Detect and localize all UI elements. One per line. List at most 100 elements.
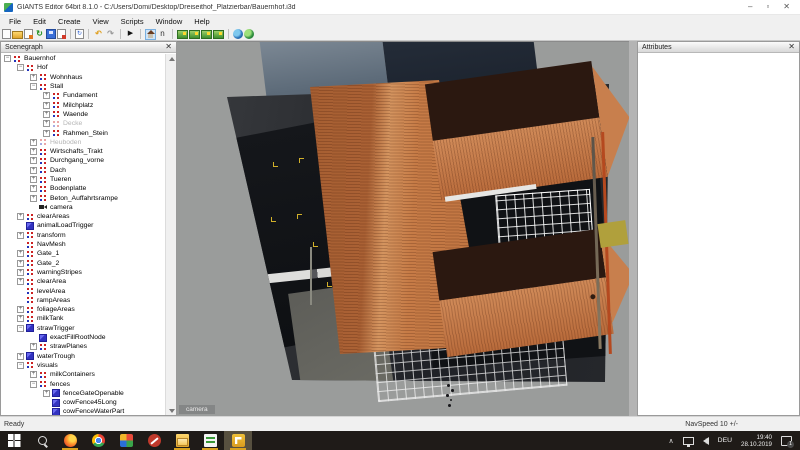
menu-item-window[interactable]: Window xyxy=(150,17,189,26)
tree-node-Tueren[interactable]: +Tueren xyxy=(1,175,166,184)
tree-node-NavMesh[interactable]: NavMesh xyxy=(1,240,166,249)
tree-node-exactFillRootNode[interactable]: exactFillRootNode xyxy=(1,333,166,342)
expander-minus-icon[interactable]: − xyxy=(17,64,24,71)
notification-center-icon[interactable]: 1 xyxy=(781,436,792,446)
expander-minus-icon[interactable]: − xyxy=(17,362,24,369)
tree-node-cowFenceWaterPart[interactable]: cowFenceWaterPart xyxy=(1,407,166,415)
menu-item-edit[interactable]: Edit xyxy=(27,17,52,26)
tree-node-milkTank[interactable]: +milkTank xyxy=(1,314,166,323)
taskbar-giants-editor-button[interactable] xyxy=(224,431,252,450)
expander-plus-icon[interactable]: + xyxy=(17,250,24,257)
expander-plus-icon[interactable]: + xyxy=(43,111,50,118)
tree-node-Waende[interactable]: +Waende xyxy=(1,110,166,119)
tree-node-rampAreas[interactable]: rampAreas xyxy=(1,296,166,305)
new-file-icon[interactable] xyxy=(2,29,11,39)
menu-item-file[interactable]: File xyxy=(3,17,27,26)
tree-node-Beton_Auffahrtsrampe[interactable]: +Beton_Auffahrtsrampe xyxy=(1,193,166,202)
menu-item-view[interactable]: View xyxy=(87,17,115,26)
expander-plus-icon[interactable]: + xyxy=(17,306,24,313)
tree-node-camera[interactable]: camera xyxy=(1,203,166,212)
tree-node-animalLoadTrigger[interactable]: animalLoadTrigger xyxy=(1,221,166,230)
tree-node-Decke[interactable]: +Decke xyxy=(1,119,166,128)
scroll-up-icon[interactable] xyxy=(166,54,177,63)
taskbar-search-button[interactable] xyxy=(28,431,56,450)
import-icon[interactable] xyxy=(24,29,33,39)
tree-node-Milchplatz[interactable]: +Milchplatz xyxy=(1,100,166,109)
tree-node-strawPlanes[interactable]: +strawPlanes xyxy=(1,342,166,351)
expander-plus-icon[interactable]: + xyxy=(17,353,24,360)
expander-plus-icon[interactable]: + xyxy=(43,390,50,397)
expander-plus-icon[interactable]: + xyxy=(30,176,37,183)
expander-plus-icon[interactable]: + xyxy=(30,74,37,81)
undo-icon[interactable]: ↶ xyxy=(93,29,104,40)
tree-node-Wirtschafts_Trakt[interactable]: +Wirtschafts_Trakt xyxy=(1,147,166,156)
taskbar-photos-button[interactable] xyxy=(112,431,140,450)
menu-item-help[interactable]: Help xyxy=(188,17,215,26)
save-icon[interactable] xyxy=(46,29,56,39)
tray-clock[interactable]: 19:40 28.10.2019 xyxy=(741,434,772,448)
refresh-icon[interactable]: ↻ xyxy=(34,29,45,40)
tree-node-Rahmen_Stein[interactable]: +Rahmen_Stein xyxy=(1,128,166,137)
tree-node-transform[interactable]: +transform xyxy=(1,231,166,240)
tree-node-Wohnhaus[interactable]: +Wohnhaus xyxy=(1,73,166,82)
terrain-smooth-icon[interactable] xyxy=(201,30,212,39)
open-file-icon[interactable] xyxy=(12,31,23,39)
expander-plus-icon[interactable]: + xyxy=(30,148,37,155)
expander-plus-icon[interactable]: + xyxy=(30,343,37,350)
minimize-button[interactable]: – xyxy=(748,3,752,11)
tree-node-warningStripes[interactable]: +warningStripes xyxy=(1,268,166,277)
expander-plus-icon[interactable]: + xyxy=(17,315,24,322)
tree-node-visuals[interactable]: −visuals xyxy=(1,361,166,370)
menu-item-scripts[interactable]: Scripts xyxy=(115,17,150,26)
expander-plus-icon[interactable]: + xyxy=(43,130,50,137)
tree-node-Fundament[interactable]: +Fundament xyxy=(1,91,166,100)
expander-plus-icon[interactable]: + xyxy=(17,269,24,276)
expander-minus-icon[interactable]: − xyxy=(30,381,37,388)
tree-node-Gate_1[interactable]: +Gate_1 xyxy=(1,249,166,258)
tree-node-fences[interactable]: −fences xyxy=(1,379,166,388)
close-button[interactable]: ✕ xyxy=(783,3,790,11)
tree-node-fenceGateOpenable[interactable]: +fenceGateOpenable xyxy=(1,389,166,398)
viewport-3d[interactable]: camera xyxy=(177,41,629,416)
expander-plus-icon[interactable]: + xyxy=(17,278,24,285)
expander-plus-icon[interactable]: + xyxy=(43,92,50,99)
expander-plus-icon[interactable]: + xyxy=(30,195,37,202)
tray-volume-icon[interactable] xyxy=(703,437,709,445)
expander-plus-icon[interactable]: + xyxy=(43,102,50,109)
expander-plus-icon[interactable]: + xyxy=(30,185,37,192)
taskbar-explorer-button[interactable] xyxy=(168,431,196,450)
tray-display-icon[interactable] xyxy=(683,437,694,445)
expander-plus-icon[interactable]: + xyxy=(30,371,37,378)
tree-node-clearAreas[interactable]: +clearAreas xyxy=(1,212,166,221)
tree-node-strawTrigger[interactable]: −strawTrigger xyxy=(1,324,166,333)
tree-node-levelArea[interactable]: levelArea xyxy=(1,286,166,295)
tree-node-Durchgang_vorne[interactable]: +Durchgang_vorne xyxy=(1,156,166,165)
tree-node-waterTrough[interactable]: +waterTrough xyxy=(1,352,166,361)
play-icon[interactable]: ▶ xyxy=(125,29,136,40)
redo-icon[interactable]: ↷ xyxy=(105,29,116,40)
tree-node-clearArea[interactable]: +clearArea xyxy=(1,277,166,286)
snap-icon[interactable]: n xyxy=(157,29,168,40)
expander-minus-icon[interactable]: − xyxy=(17,325,24,332)
tray-chevron-up-icon[interactable]: ∧ xyxy=(669,437,674,445)
terrain-foliage-icon[interactable] xyxy=(213,30,224,39)
scroll-down-icon[interactable] xyxy=(166,406,177,415)
world-globe-green-icon[interactable] xyxy=(244,29,254,39)
maximize-button[interactable]: ▫ xyxy=(766,3,769,11)
scenegraph-scrollbar[interactable] xyxy=(165,54,176,415)
expander-plus-icon[interactable]: + xyxy=(30,157,37,164)
tree-node-Dach[interactable]: +Dach xyxy=(1,166,166,175)
menu-item-create[interactable]: Create xyxy=(52,17,87,26)
expander-plus-icon[interactable]: + xyxy=(43,120,50,127)
tree-node-Bodenplatte[interactable]: +Bodenplatte xyxy=(1,184,166,193)
expander-plus-icon[interactable]: + xyxy=(30,167,37,174)
world-globe-blue-icon[interactable] xyxy=(233,29,243,39)
tree-node-Hof[interactable]: −Hof xyxy=(1,63,166,72)
tree-node-Gate_2[interactable]: +Gate_2 xyxy=(1,259,166,268)
scenegraph-close-icon[interactable]: ✕ xyxy=(165,43,172,51)
export-icon[interactable] xyxy=(57,29,66,39)
tree-node-Bauernhof[interactable]: −Bauernhof xyxy=(1,54,166,63)
expander-plus-icon[interactable]: + xyxy=(17,260,24,267)
expander-plus-icon[interactable]: + xyxy=(17,213,24,220)
taskbar-start-button[interactable] xyxy=(0,431,28,450)
